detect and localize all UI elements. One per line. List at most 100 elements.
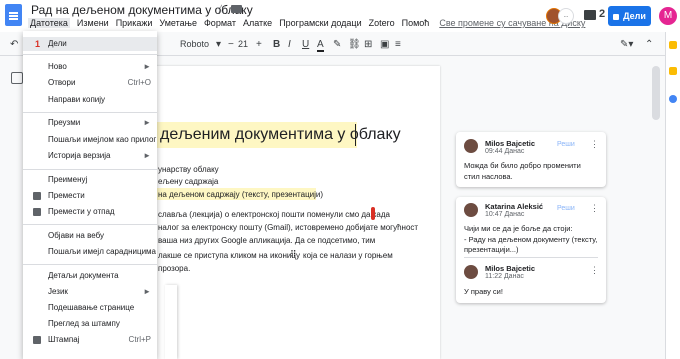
menu-item-publish[interactable]: Објави на вебу: [23, 229, 157, 243]
menu-item-make-copy[interactable]: Направи копију: [23, 93, 157, 107]
menu-item-rename[interactable]: Преименуј: [23, 173, 157, 187]
lock-icon: [613, 13, 620, 20]
menu-addons[interactable]: Програмски додаци: [279, 18, 361, 28]
font-select[interactable]: Roboto: [180, 39, 209, 49]
font-size-input[interactable]: 21: [238, 39, 248, 49]
highlight-icon[interactable]: ✎: [333, 39, 341, 50]
underline-button[interactable]: U: [302, 39, 309, 50]
increase-size-icon[interactable]: +: [256, 39, 262, 50]
menu-help[interactable]: Помоћ: [402, 18, 430, 28]
keep-icon[interactable]: [669, 41, 677, 49]
editing-mode-icon[interactable]: ✎▾: [620, 39, 633, 50]
star-icon[interactable]: ☆: [216, 2, 227, 16]
undo-icon[interactable]: ↶: [10, 39, 18, 50]
tasks-icon[interactable]: [669, 67, 677, 75]
body-line[interactable]: прозора.: [158, 264, 190, 273]
comment-marker[interactable]: [371, 207, 375, 220]
body-line[interactable]: ељену садржаја: [158, 177, 218, 186]
menu-item-label: Премести у отпад: [48, 207, 115, 216]
menu-item-details[interactable]: Детаљи документа: [23, 269, 157, 283]
step-number: 1: [35, 39, 41, 49]
menu-item-page-setup[interactable]: Подешавање странице: [23, 301, 157, 315]
menu-item-print[interactable]: Штампај Ctrl+P: [23, 333, 157, 347]
body-line[interactable]: лакше се приступа кликом на иконицу: [158, 251, 300, 260]
comment-card[interactable]: Milos Bajcetic 09:44 Данас Реши ⋮ Можда …: [456, 132, 606, 187]
menu-item-label: Дели: [48, 39, 67, 48]
reply-text: У праву си!: [464, 287, 503, 296]
link-icon[interactable]: ⛓: [348, 39, 361, 50]
trash-icon: [33, 208, 41, 216]
menu-item-share[interactable]: 1 Дели: [23, 37, 157, 51]
docs-logo-icon[interactable]: [5, 4, 22, 26]
submenu-arrow-icon: ►: [143, 118, 151, 127]
comment-text: стил наслова.: [464, 172, 513, 181]
submenu-arrow-icon: ►: [143, 62, 151, 71]
menu-item-language[interactable]: Језик ►: [23, 285, 157, 299]
menu-item-download[interactable]: Преузми ►: [23, 116, 157, 130]
menu-item-label: Отвори: [48, 78, 76, 87]
menu-separator: [23, 169, 157, 170]
comment-date: 10:47 Данас: [485, 211, 525, 218]
body-line[interactable]: ваша низ других Google апликација. Да се…: [158, 236, 375, 245]
document-heading[interactable]: дељеним документима у облаку: [160, 126, 401, 144]
comment-icon[interactable]: [584, 10, 596, 20]
menu-item-print-preview[interactable]: Преглед за штампу: [23, 317, 157, 331]
menu-item-new[interactable]: Ново ►: [23, 60, 157, 74]
folder-icon: [33, 192, 41, 200]
add-comment-icon[interactable]: ⊞: [364, 39, 372, 50]
decrease-size-icon[interactable]: −: [228, 39, 234, 50]
profile-avatar[interactable]: M: [659, 7, 677, 25]
align-icon[interactable]: ≡: [395, 39, 401, 50]
menu-item-label: Штампај: [48, 335, 80, 344]
collapse-icon[interactable]: ⌃: [645, 39, 653, 50]
apps-popup: [165, 285, 177, 359]
body-line[interactable]: налог за електронску пошту (Gmail), исто…: [158, 223, 418, 232]
menu-item-label: Пошаљи имејлом као прилог: [48, 135, 157, 144]
more-avatars[interactable]: ...: [558, 8, 574, 24]
body-line[interactable]: која се налази у горњем: [303, 251, 393, 260]
menu-item-open[interactable]: Отвори Ctrl+O: [23, 76, 157, 90]
menu-item-email-attachment[interactable]: Пошаљи имејлом као прилог: [23, 133, 157, 147]
font-dropdown-icon[interactable]: ▾: [216, 39, 221, 50]
calendar-icon[interactable]: [669, 95, 677, 103]
share-button[interactable]: Дели: [608, 6, 651, 26]
body-line[interactable]: славља (лекција) о електронској пошти по…: [158, 210, 390, 219]
resolve-button[interactable]: Реши: [557, 141, 575, 148]
bold-button[interactable]: B: [273, 39, 280, 50]
outline-icon[interactable]: [11, 72, 23, 84]
comment-date: 09:44 Данас: [485, 148, 525, 155]
image-icon[interactable]: ▣: [380, 39, 389, 50]
menu-insert[interactable]: Уметање: [159, 18, 197, 28]
folder-icon[interactable]: [231, 5, 242, 13]
resolve-button[interactable]: Реши: [557, 205, 575, 212]
submenu-arrow-icon: ►: [143, 151, 151, 160]
avatar: [464, 139, 478, 153]
menu-zotero[interactable]: Zotero: [369, 18, 395, 28]
menu-tools[interactable]: Алатке: [243, 18, 272, 28]
body-line[interactable]: унарству облаку: [158, 165, 219, 174]
apps-grid-icon: ⠿: [290, 249, 297, 259]
menu-item-label: Детаљи документа: [48, 271, 119, 280]
menu-item-label: Направи копију: [48, 95, 106, 104]
scrollbar[interactable]: [652, 66, 660, 120]
more-vert-icon[interactable]: ⋮: [590, 139, 599, 150]
italic-button[interactable]: I: [288, 39, 291, 50]
menu-format[interactable]: Формат: [204, 18, 236, 28]
menu-separator: [23, 264, 157, 265]
comment-text: презентацији...): [464, 245, 519, 254]
menu-item-trash[interactable]: Премести у отпад: [23, 205, 157, 219]
text-color-button[interactable]: A: [317, 39, 324, 52]
menu-edit[interactable]: Измени: [77, 18, 109, 28]
printer-icon: [33, 336, 41, 344]
menu-item-label: Ново: [48, 62, 67, 71]
menu-file[interactable]: Датотека: [28, 18, 70, 28]
body-line[interactable]: на дељеном садржају (тексту, презентациј…: [158, 190, 323, 199]
more-vert-icon[interactable]: ⋮: [590, 203, 599, 214]
comment-card[interactable]: Katarina Aleksić 10:47 Данас Реши ⋮ Чији…: [456, 197, 606, 303]
menu-item-version-history[interactable]: Историја верзија ►: [23, 149, 157, 163]
more-vert-icon[interactable]: ⋮: [590, 265, 599, 276]
menu-item-label: Језик: [48, 287, 68, 296]
menu-view[interactable]: Прикажи: [116, 18, 153, 28]
menu-item-move[interactable]: Премести: [23, 189, 157, 203]
menu-item-email-collaborators[interactable]: Пошаљи имејл сарадницима: [23, 245, 157, 259]
